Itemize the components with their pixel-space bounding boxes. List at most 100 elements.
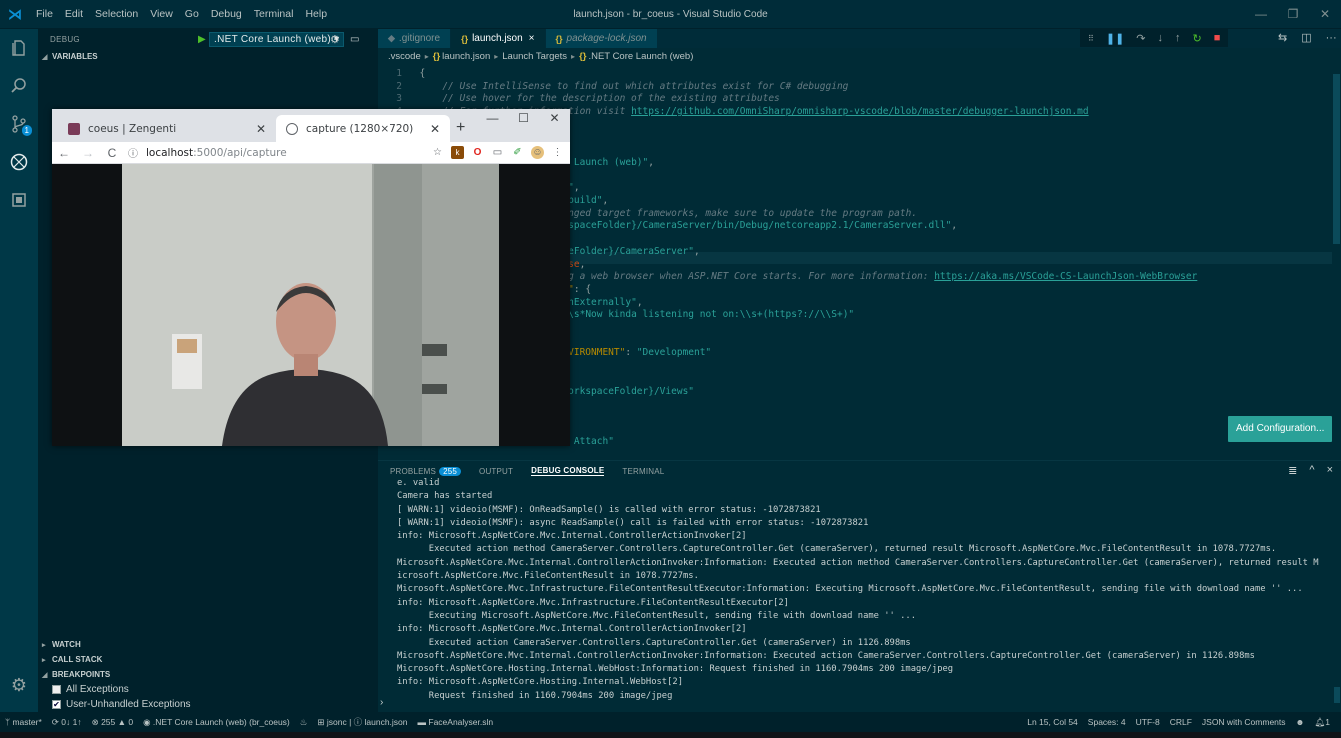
breadcrumb-item[interactable]: .vscode [388,51,421,62]
bookmark-star-icon[interactable]: ☆ [431,146,444,159]
manage-gear-icon[interactable]: ⚙ [0,666,38,704]
close-tab-icon[interactable]: ✕ [256,122,266,136]
debug-config-select[interactable]: .NET Core Launch (web) ▾ [209,32,345,47]
menu-selection[interactable]: Selection [89,8,144,20]
tab-gitignore[interactable]: ◆ .gitignore [378,29,452,48]
menu-go[interactable]: Go [179,8,205,20]
chrome-menu-icon[interactable]: ⋮ [551,146,564,159]
restart-icon[interactable]: ↻ [1193,32,1202,45]
clear-console-icon[interactable]: ≣ [1288,464,1297,477]
problems-status[interactable]: ⊗ 255 ▲ 0 [87,717,139,728]
code-line: 3 // Use hover for the description of th… [378,93,780,105]
more-actions-icon[interactable]: ··· [1326,29,1337,47]
scrollbar-thumb[interactable] [1333,74,1340,244]
open-launch-json-gear-icon[interactable]: ⚙ [330,33,340,46]
line-number[interactable]: 3 [378,93,408,105]
start-debugging-icon[interactable]: ▶ [198,34,206,45]
breadcrumb-item[interactable]: .NET Core Launch (web) [588,51,693,62]
step-into-icon[interactable]: ↓ [1158,32,1164,44]
tab-launch-json[interactable]: {} launch.json × [451,29,546,48]
close-tab-icon[interactable]: × [529,33,535,44]
feedback-smiley-icon[interactable]: ☻ [1291,717,1310,727]
chrome-tab-capture[interactable]: capture (1280×720) ✕ [276,115,450,142]
profile-avatar-icon[interactable]: ☺ [531,146,544,159]
encoding[interactable]: UTF-8 [1131,717,1165,727]
search-icon[interactable] [0,67,38,105]
split-editor-icon[interactable]: ◫ [1301,29,1311,47]
cursor-position[interactable]: Ln 15, Col 54 [1022,717,1083,727]
language-mode[interactable]: JSON with Comments [1197,717,1291,727]
tab-debug-console[interactable]: DEBUG CONSOLE [531,466,605,476]
tab-package-lock-json[interactable]: {} package-lock.json [545,29,658,48]
address-bar[interactable]: ⓘ localhost:5000/api/capture [128,145,287,161]
code-token: , [648,156,654,168]
chrome-tab-zengenti[interactable]: coeus | Zengenti ✕ [58,115,276,142]
debug-icon[interactable] [0,143,38,181]
section-call-stack[interactable]: ▸ CALL STACK [38,652,378,667]
indentation[interactable]: Spaces: 4 [1083,717,1131,727]
step-over-icon[interactable]: ↷ [1136,32,1145,45]
minimize-icon[interactable]: — [1245,0,1277,29]
drag-handle-icon[interactable]: ⠿ [1088,34,1094,43]
breakpoint-all-exceptions[interactable]: All Exceptions [38,682,378,697]
extension-tab-icon[interactable]: ▭ [491,146,504,159]
notifications-bell-icon[interactable]: 🔔︎1 [1309,717,1335,728]
line-number[interactable]: 1 [378,68,408,80]
close-panel-icon[interactable]: × [1327,464,1333,477]
debug-console-icon[interactable]: ▭ [350,34,360,45]
extension-pin-icon[interactable]: ✐ [511,146,524,159]
line-number[interactable]: 2 [378,81,408,93]
section-watch[interactable]: ▸ WATCH [38,637,378,652]
solution-status[interactable]: ▬ FaceAnalyser.sln [413,717,499,727]
explorer-icon[interactable] [0,29,38,67]
maximize-panel-icon[interactable]: ^ [1309,464,1314,477]
minimize-icon[interactable]: — [477,109,508,127]
git-branch[interactable]: ᛘ master* [0,717,47,727]
flame-icon[interactable]: ♨ [295,717,313,728]
git-sync[interactable]: ⟳ 0↓ 1↑ [47,717,87,728]
tab-output[interactable]: OUTPUT [479,467,513,476]
checkbox-unchecked[interactable] [52,685,61,694]
tab-terminal[interactable]: TERMINAL [622,467,664,476]
scrollbar-thumb[interactable] [1334,687,1340,703]
close-tab-icon[interactable]: ✕ [430,122,440,136]
language-project-status[interactable]: ⊞ jsonc | ⓘ launch.json [312,716,412,728]
menu-file[interactable]: File [30,8,59,20]
step-out-icon[interactable]: ↑ [1175,32,1181,44]
add-configuration-button[interactable]: Add Configuration... [1228,416,1333,442]
tab-problems[interactable]: PROBLEMS 255 [390,466,462,476]
maximize-icon[interactable]: ☐ [508,109,539,127]
info-icon[interactable]: ⓘ [128,145,138,160]
section-variables[interactable]: ◢ VARIABLES [38,49,378,64]
end-of-line[interactable]: CRLF [1165,717,1197,727]
reload-icon[interactable]: C [100,146,124,160]
extensions-icon[interactable] [0,181,38,219]
menu-terminal[interactable]: Terminal [248,8,300,20]
menu-edit[interactable]: Edit [59,8,89,20]
console-input-prompt[interactable]: › [380,697,383,708]
close-icon[interactable]: ✕ [1309,0,1341,29]
section-breakpoints[interactable]: ◢ BREAKPOINTS [38,667,378,682]
checkbox-checked[interactable]: ✔ [52,700,61,709]
breakpoint-user-unhandled[interactable]: ✔ User-Unhandled Exceptions [38,697,378,712]
pause-icon[interactable]: ❚❚ [1106,32,1124,45]
extension-opera-icon[interactable]: O [471,146,484,159]
menu-help[interactable]: Help [299,8,333,20]
restore-icon[interactable]: ❐ [1277,0,1309,29]
extension-k-icon[interactable]: k [451,146,464,159]
breadcrumb-item[interactable]: launch.json [442,51,490,62]
breadcrumb-item[interactable]: Launch Targets [502,51,567,62]
editor-scrollbar[interactable] [1332,64,1341,460]
forward-arrow-icon[interactable]: → [76,146,100,160]
new-tab-icon[interactable]: + [456,119,465,137]
menu-view[interactable]: View [144,8,179,20]
open-changes-icon[interactable]: ⇆ [1278,29,1287,47]
stop-icon[interactable]: ■ [1214,32,1221,44]
debug-config-picker[interactable]: ▶ .NET Core Launch (web) ▾ [198,32,345,47]
debug-target-status[interactable]: ◉ .NET Core Launch (web) (br_coeus) [138,717,295,728]
source-control-icon[interactable]: 1 [0,105,38,143]
close-icon[interactable]: ✕ [539,109,570,127]
panel-scrollbar[interactable] [1333,481,1341,711]
back-arrow-icon[interactable]: ← [52,146,76,160]
menu-debug[interactable]: Debug [205,8,248,20]
